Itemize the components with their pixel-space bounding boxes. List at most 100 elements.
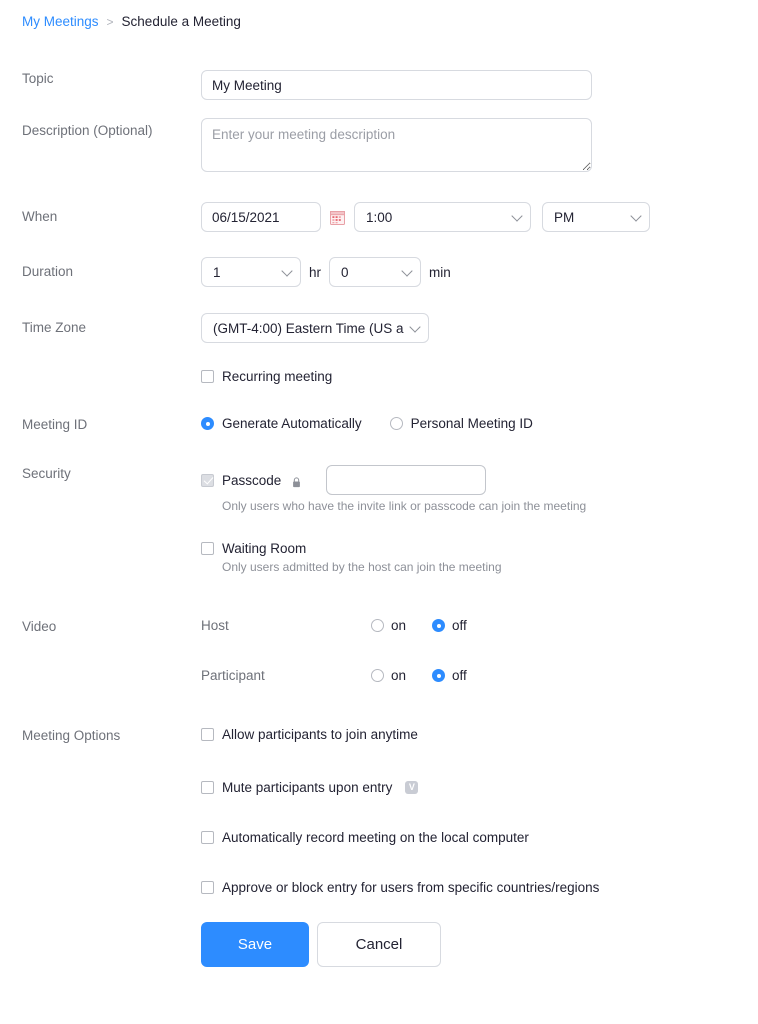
topic-row: Topic [0, 70, 758, 100]
waiting-room-checkbox[interactable] [201, 542, 214, 555]
video-participant-option-off[interactable]: off [432, 668, 467, 683]
waiting-room-label[interactable]: Waiting Room [222, 541, 306, 556]
description-row: Description (Optional) [0, 118, 758, 177]
waiting-room-option[interactable]: Waiting Room [201, 541, 758, 556]
timezone-label: Time Zone [22, 320, 87, 335]
topic-field [201, 70, 758, 100]
calendar-icon[interactable] [330, 210, 345, 225]
video-host-field: Host on off [201, 618, 758, 633]
recurring-meeting-checkbox[interactable] [201, 370, 214, 383]
meeting-options-row-2: Mute participants upon entry V [0, 780, 758, 795]
video-participant-off-label[interactable]: off [452, 668, 467, 683]
video-participant-option-on[interactable]: on [371, 668, 406, 683]
approve-block-entry-label[interactable]: Approve or block entry for users from sp… [222, 880, 599, 895]
meeting-id-row: Meeting ID Generate Automatically Person… [0, 416, 758, 434]
recurring-row: Recurring meeting [0, 369, 758, 384]
schedule-meeting-page: My Meetings > Schedule a Meeting Topic D… [0, 0, 758, 1024]
duration-label: Duration [22, 264, 74, 279]
join-anytime-label[interactable]: Allow participants to join anytime [222, 727, 418, 742]
meeting-time-select[interactable]: 1:00 [354, 202, 531, 232]
meeting-options-row-1: Meeting Options Allow participants to jo… [0, 727, 758, 745]
meridiem-select[interactable]: PM [542, 202, 650, 232]
breadcrumb-current-page: Schedule a Meeting [121, 14, 241, 29]
breadcrumb-my-meetings-link[interactable]: My Meetings [22, 14, 99, 29]
meeting-option-field-4: Approve or block entry for users from sp… [201, 880, 758, 895]
video-host-off-radio[interactable] [432, 619, 446, 632]
topic-input[interactable] [201, 70, 592, 100]
waiting-room-field: Waiting Room Only users admitted by the … [201, 541, 758, 574]
auto-record-label[interactable]: Automatically record meeting on the loca… [222, 830, 529, 845]
form-actions: Save Cancel [201, 922, 758, 967]
save-button[interactable]: Save [201, 922, 309, 967]
passcode-checkbox[interactable] [201, 473, 214, 487]
meeting-option-auto-record[interactable]: Automatically record meeting on the loca… [201, 830, 758, 845]
duration-minutes-unit: min [429, 264, 451, 280]
video-host-sublabel: Host [201, 618, 229, 633]
security-label: Security [22, 466, 71, 481]
join-anytime-checkbox[interactable] [201, 728, 214, 741]
recurring-meeting-option[interactable]: Recurring meeting [201, 369, 758, 384]
meeting-id-option-personal[interactable]: Personal Meeting ID [389, 416, 533, 431]
passcode-label: Passcode [222, 472, 282, 488]
meeting-option-field-1: Allow participants to join anytime [201, 727, 758, 742]
timezone-value: (GMT-4:00) Eastern Time (US a [213, 320, 404, 336]
recurring-meeting-label[interactable]: Recurring meeting [222, 369, 332, 384]
breadcrumb-separator: > [106, 14, 114, 29]
meeting-option-approve-block-entry[interactable]: Approve or block entry for users from sp… [201, 880, 758, 895]
video-label: Video [22, 619, 57, 634]
duration-minutes-select[interactable]: 0 [329, 257, 422, 287]
generate-automatically-label[interactable]: Generate Automatically [222, 416, 362, 431]
video-participant-on-radio[interactable] [371, 669, 384, 682]
meeting-options-label: Meeting Options [22, 728, 121, 743]
personal-meeting-id-radio[interactable] [389, 417, 403, 430]
meeting-option-join-anytime[interactable]: Allow participants to join anytime [201, 727, 758, 742]
video-participant-sublabel: Participant [201, 668, 265, 683]
description-field [201, 118, 758, 177]
chevron-down-icon [511, 210, 523, 222]
timezone-select[interactable]: (GMT-4:00) Eastern Time (US a [201, 313, 429, 343]
video-host-option-off[interactable]: off [432, 618, 467, 633]
meeting-id-label: Meeting ID [22, 417, 88, 432]
cancel-button[interactable]: Cancel [317, 922, 441, 967]
meeting-id-option-generate[interactable]: Generate Automatically [201, 416, 362, 431]
when-row: When 06/15/2021 1:00 PM [0, 202, 758, 232]
description-textarea[interactable] [201, 118, 592, 172]
schedule-meeting-form: Topic Description (Optional) When [0, 56, 758, 967]
approve-block-entry-checkbox[interactable] [201, 881, 214, 894]
when-label: When [22, 209, 58, 224]
video-host-option-on[interactable]: on [371, 618, 406, 633]
video-participant-field: Participant on off [201, 668, 758, 683]
video-participant-off-radio[interactable] [432, 669, 446, 682]
mute-on-entry-badge-icon: V [405, 781, 419, 794]
passcode-input[interactable] [326, 465, 487, 495]
auto-record-checkbox[interactable] [201, 831, 214, 844]
video-row-participant: Participant on off [0, 668, 758, 683]
meeting-option-mute-on-entry[interactable]: Mute participants upon entry V [201, 780, 758, 795]
meeting-options-row-4: Approve or block entry for users from sp… [0, 880, 758, 895]
when-field: 1:00 PM [201, 202, 758, 232]
description-label: Description (Optional) [22, 123, 153, 138]
meeting-option-field-3: Automatically record meeting on the loca… [201, 830, 758, 845]
meeting-id-field: Generate Automatically Personal Meeting … [201, 416, 758, 431]
meeting-date-input[interactable] [201, 202, 321, 232]
recurring-field: Recurring meeting [201, 369, 758, 384]
mute-on-entry-checkbox[interactable] [201, 781, 214, 794]
generate-automatically-radio[interactable] [201, 417, 214, 430]
chevron-down-icon [630, 210, 642, 222]
duration-hours-select[interactable]: 1 [201, 257, 301, 287]
passcode-option[interactable]: Passcode [201, 465, 758, 495]
topic-label: Topic [22, 71, 54, 86]
personal-meeting-id-label[interactable]: Personal Meeting ID [411, 416, 533, 431]
video-participant-on-label[interactable]: on [391, 668, 406, 683]
passcode-help-text: Only users who have the invite link or p… [222, 499, 587, 513]
duration-row: Duration 1 hr 0 min [0, 257, 758, 287]
lock-icon [292, 475, 301, 487]
meridiem-value: PM [554, 209, 575, 225]
video-host-on-radio[interactable] [371, 619, 384, 632]
mute-on-entry-label[interactable]: Mute participants upon entry [222, 780, 392, 795]
video-host-on-label[interactable]: on [391, 618, 406, 633]
chevron-down-icon [401, 265, 413, 277]
video-host-off-label[interactable]: off [452, 618, 467, 633]
chevron-down-icon [281, 265, 293, 277]
waiting-room-help-text: Only users admitted by the host can join… [222, 560, 502, 574]
